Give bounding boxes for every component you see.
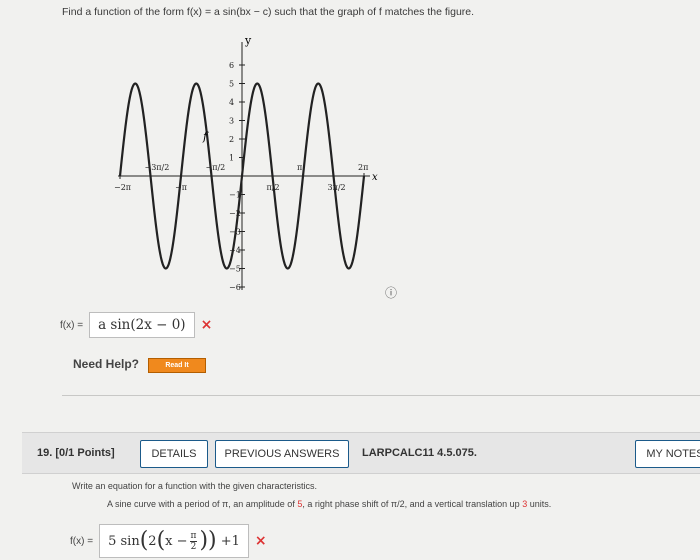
question-header-bar [22, 432, 700, 474]
x-tick-label: 2π [358, 163, 368, 172]
y-tick-label: 5 [229, 80, 234, 89]
y-tick-label: 3 [229, 117, 234, 126]
need-help-label: Need Help? [73, 357, 140, 371]
answer-input[interactable]: a sin(2x − 0) [89, 312, 195, 338]
desc-prefix: A sine curve with a period of π, an ampl… [107, 499, 298, 509]
section-divider [62, 395, 700, 396]
y-tick-label: −4 [229, 246, 241, 255]
read-it-button[interactable]: Read It [148, 358, 206, 373]
details-button[interactable]: DETAILS [140, 440, 208, 468]
x-tick-label: −3π/2 [145, 163, 170, 172]
fx-label-19: f(x) = [70, 535, 94, 547]
question-number: 19. [0/1 Points] [37, 447, 115, 459]
desc-mid: , a right phase shift of π/2, and a vert… [302, 499, 523, 509]
incorrect-icon-19: × [254, 533, 267, 549]
fx-label: f(x) = [60, 319, 84, 331]
x-axis-label: x [372, 172, 378, 183]
answer-input-19[interactable]: 5 sin(2(x − π 2)) +1 [99, 524, 249, 558]
y-tick-label: −6 [229, 283, 241, 292]
answer-b: 2 [148, 533, 157, 549]
x-tick-label: 3π/2 [328, 183, 346, 192]
my-notes-button[interactable]: MY NOTES [635, 440, 700, 468]
question-instruction: Write an equation for a function with th… [72, 481, 317, 491]
y-tick-label: −2 [229, 209, 241, 218]
sine-graph: −2π −3π/2 −π −π/2 π/2 π 3π/2 2π 6 5 4 3 2 1 −1 −2 −3 −4 −5… [114, 34, 378, 292]
y-axis-label: y [244, 34, 252, 47]
question-description: A sine curve with a period of π, an ampl… [107, 499, 551, 509]
course-code: LARPCALC11 4.5.075. [362, 447, 477, 459]
info-icon[interactable]: ⓘ [385, 284, 397, 301]
x-tick-label: −π [175, 183, 187, 192]
answer-row-18: f(x) = a sin(2x − 0) × [60, 312, 212, 338]
answer-fraction: π2 [189, 530, 198, 552]
answer-row-19: f(x) = 5 sin(2(x − π 2)) +1 × [70, 524, 267, 558]
y-tick-label: −1 [229, 191, 241, 200]
y-tick-label: −3 [229, 228, 241, 237]
y-tick-label: 4 [229, 98, 234, 107]
x-tick-label: −2π [114, 183, 131, 192]
x-tick-label: −π/2 [206, 163, 226, 172]
answer-tail: +1 [220, 533, 240, 549]
x-tick-label: π [297, 163, 302, 172]
y-tick-label: 2 [229, 135, 234, 144]
answer-x: x − [165, 533, 188, 549]
answer-sin: sin [120, 533, 140, 549]
y-tick-label: −5 [229, 265, 241, 274]
y-tick-label: 6 [229, 61, 234, 70]
previous-answers-button[interactable]: PREVIOUS ANSWERS [215, 440, 349, 468]
incorrect-icon: × [200, 317, 213, 333]
answer-coef: 5 [108, 533, 117, 549]
question-prompt: Find a function of the form f(x) = a sin… [62, 6, 475, 18]
x-tick-label: π/2 [267, 183, 280, 192]
y-tick-label: 1 [229, 154, 234, 163]
desc-suffix: units. [527, 499, 552, 509]
